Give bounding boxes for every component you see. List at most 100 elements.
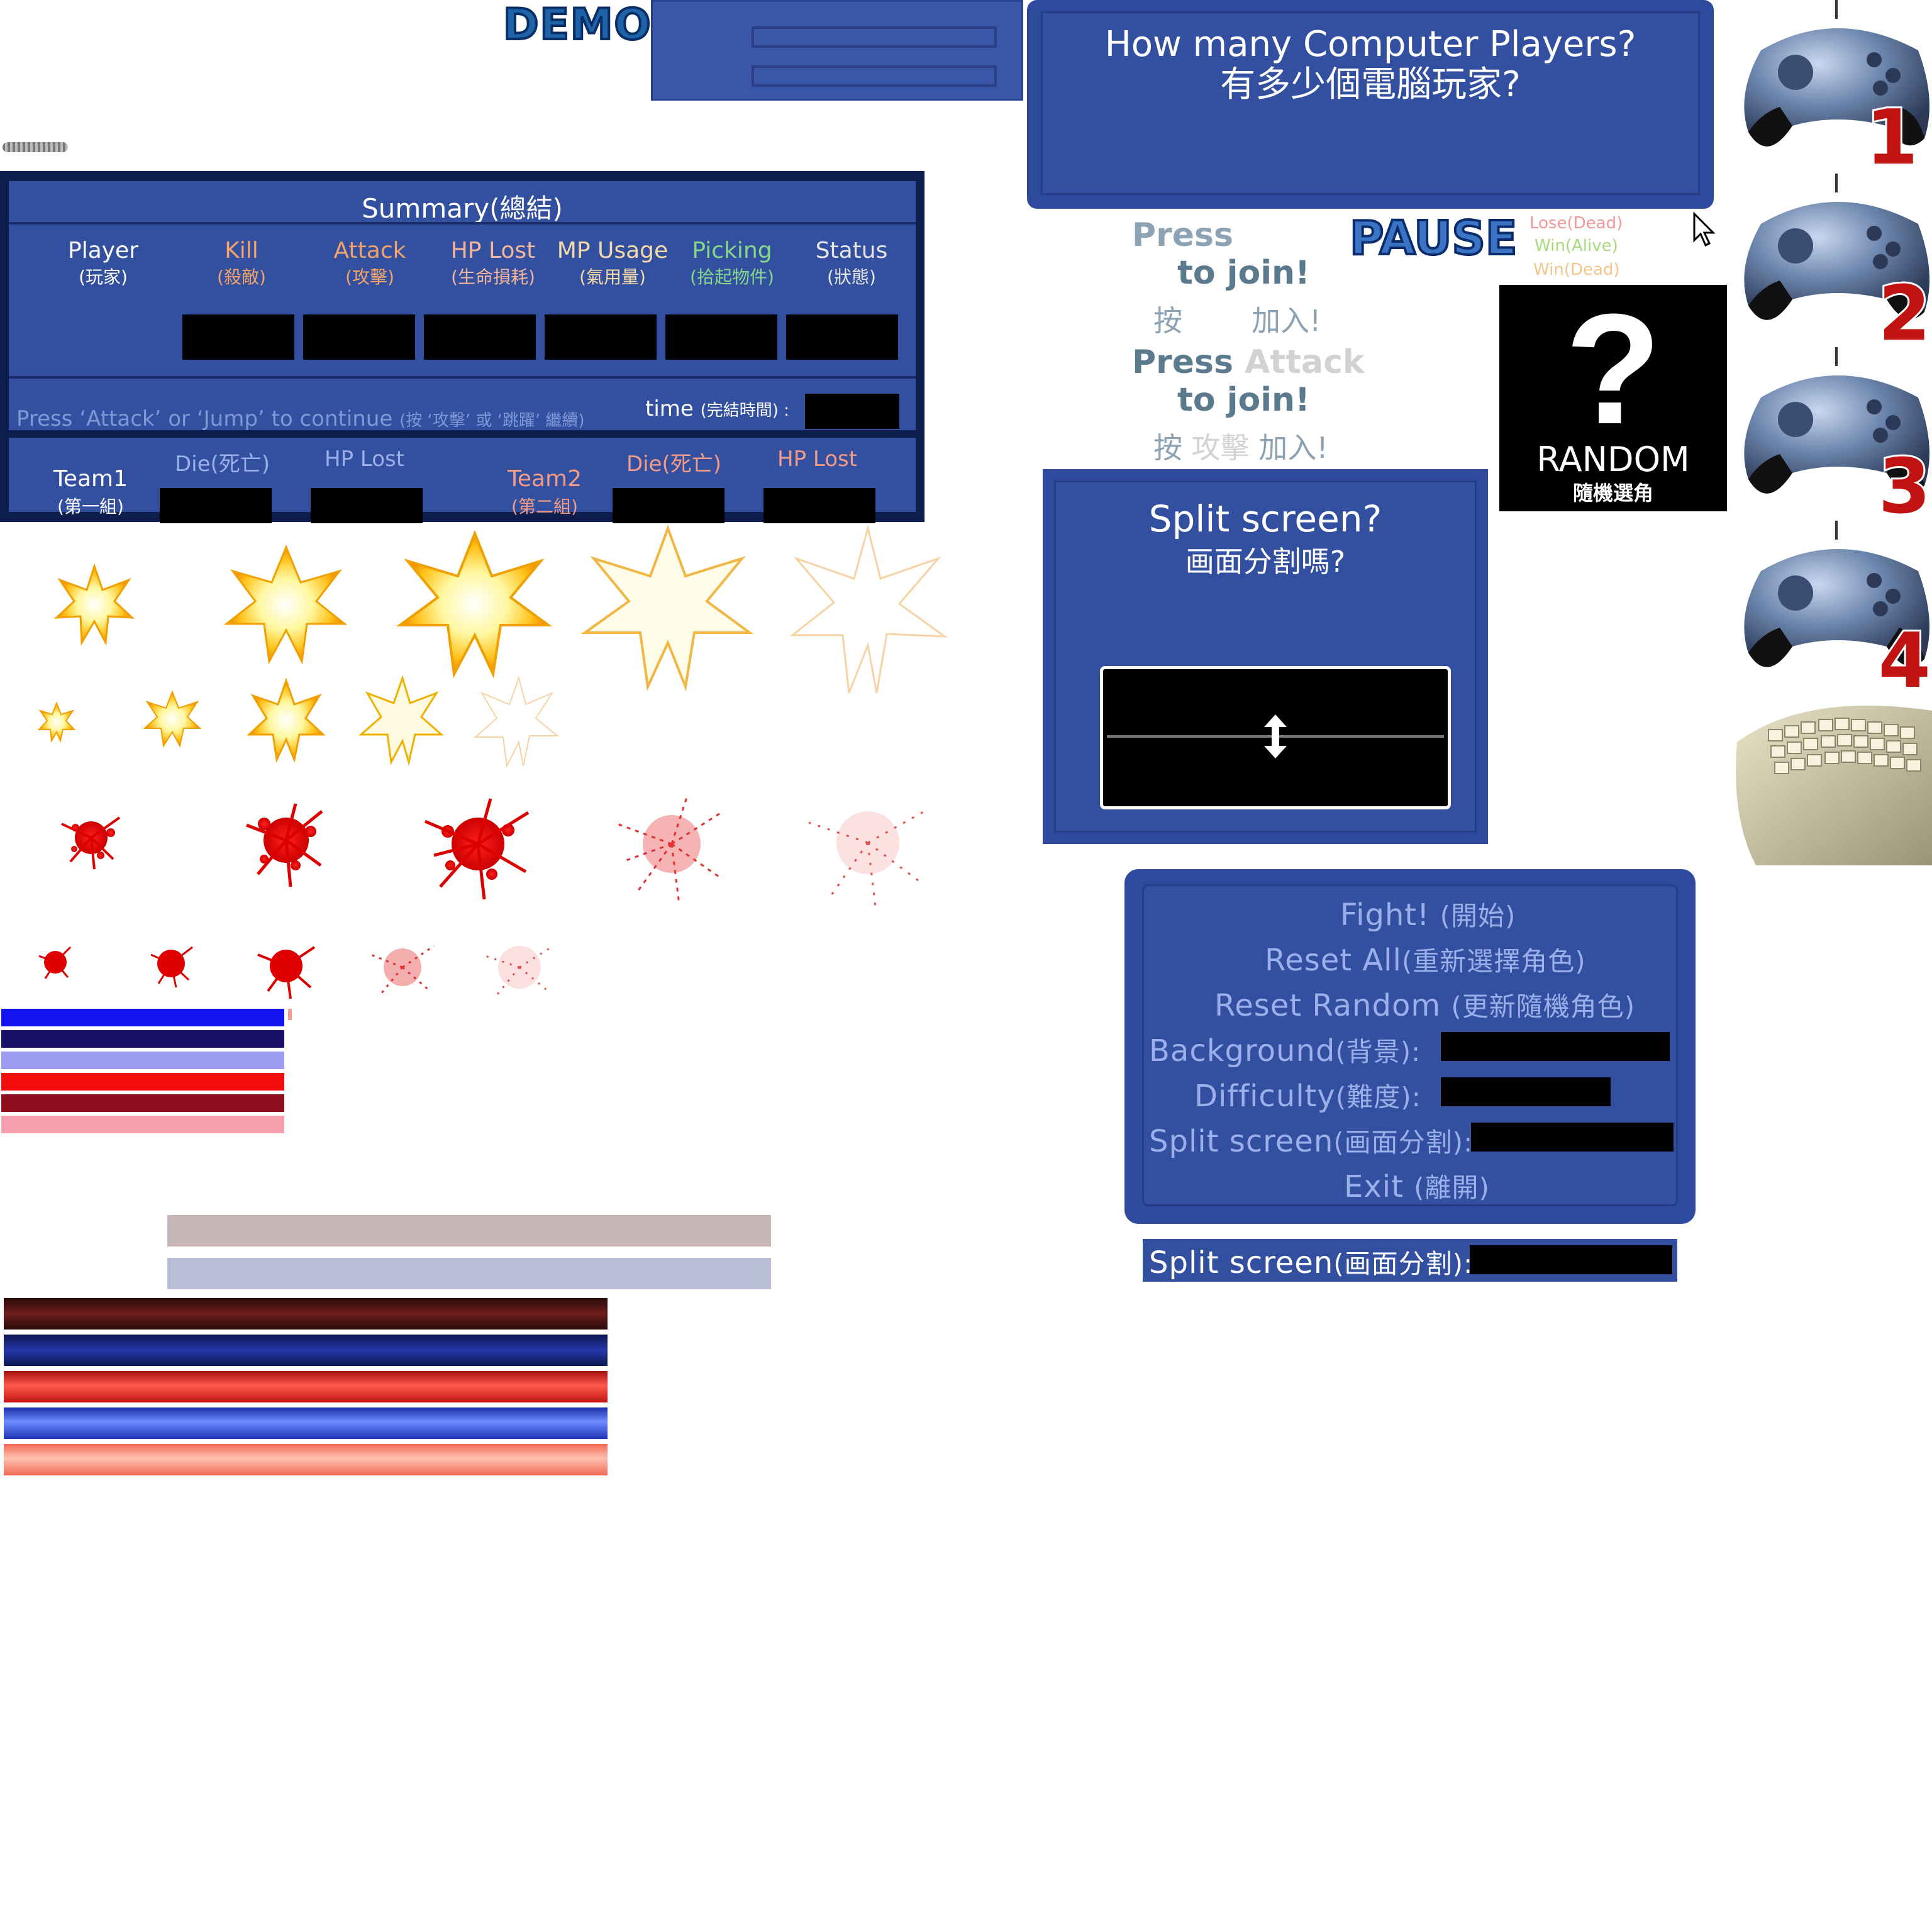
menu-fight[interactable]: Fight! (開始) — [1340, 895, 1516, 933]
controllers-column: 1 2 3 4 — [1744, 0, 1932, 692]
controller-1-number: 1 — [1866, 94, 1919, 182]
hp-bar-pink — [1, 1116, 284, 1133]
hit-spark-small-4-icon — [358, 675, 444, 766]
difficulty-value-box[interactable] — [1441, 1077, 1611, 1106]
team2-die-header: Die(死亡) — [626, 452, 722, 477]
join-press-1: Press — [1132, 216, 1233, 254]
bar-bright-red — [4, 1371, 608, 1402]
join-zh-1b: 加入! — [1252, 304, 1321, 338]
up-down-arrow-icon[interactable] — [1263, 714, 1288, 758]
blood-splat-small-2-icon — [150, 946, 193, 988]
hp-bar-navy — [1, 1030, 284, 1048]
status-win-dead: Win(Dead) — [1533, 260, 1620, 279]
blood-splat-small-4-icon — [370, 945, 435, 994]
split-screen-value-box[interactable] — [1471, 1123, 1674, 1152]
hit-spark-large-3-icon — [396, 530, 553, 679]
background-value-box[interactable] — [1441, 1032, 1670, 1061]
team1-die-box — [160, 488, 272, 523]
keyboard-icon — [1736, 705, 1932, 865]
picking-value-box — [665, 314, 777, 360]
team1-label: Team1 (第一組) — [53, 466, 128, 517]
col-picking: Picking (拾起物件) — [690, 238, 774, 287]
hit-spark-small-1-icon — [37, 701, 76, 743]
blood-splat-large-2-icon — [246, 803, 323, 887]
attack-value-box — [303, 314, 415, 360]
hp-bar-lavender — [1, 1052, 284, 1069]
time-value-box — [805, 394, 899, 429]
controller-4-number: 4 — [1879, 618, 1931, 692]
hit-spark-small-3-icon — [247, 677, 326, 763]
status-lose-dead: Lose(Dead) — [1530, 214, 1623, 233]
menu-background[interactable]: Background(背景): — [1149, 1031, 1421, 1069]
demo-logo: DEMO — [502, 0, 652, 51]
team1-hp-header: HP Lost — [325, 447, 405, 472]
pause-label: PAUSE — [1348, 210, 1518, 267]
bar-rose-gray — [167, 1215, 771, 1246]
join-press-2: Press Attack — [1132, 343, 1365, 381]
hit-spark-large-2-icon — [223, 545, 348, 665]
summary-title-divider — [9, 222, 916, 225]
summary-panel: Summary(總結) Player (玩家) Kill (殺敵) Attack… — [0, 171, 924, 523]
hp-bar-blue — [1, 1009, 284, 1026]
effect-sprites — [37, 525, 948, 999]
bar-dark-blue — [4, 1335, 608, 1366]
controller-3-number: 3 — [1879, 443, 1931, 531]
top-blank-panel — [651, 0, 1023, 101]
split-option-selector[interactable] — [1100, 666, 1451, 809]
team2-die-box — [613, 488, 724, 523]
scroll-arrow-strip — [3, 142, 68, 152]
team1-hp-box — [311, 488, 423, 523]
hit-spark-small-2-icon — [143, 690, 202, 748]
team2-hp-header: HP Lost — [777, 447, 858, 472]
random-character-tile[interactable]: ? RANDOM 隨機選角 — [1499, 281, 1727, 511]
bar-salmon — [4, 1444, 608, 1475]
random-label-zh: 隨機選角 — [1572, 481, 1653, 505]
blood-splat-small-3-icon — [257, 946, 316, 999]
blood-splat-small-1-icon — [38, 946, 72, 979]
join-zh-2: 按 攻擊 加入! — [1153, 431, 1328, 465]
col-kill: Kill (殺敵) — [217, 238, 266, 287]
main-menu: Fight! (開始) Reset All(重新選擇角色) Reset Rand… — [1124, 869, 1696, 1224]
hp-bar-red — [1, 1073, 284, 1091]
summary-divider — [9, 376, 916, 379]
random-label: RANDOM — [1536, 440, 1690, 479]
blood-splat-large-1-icon — [61, 816, 121, 870]
menu-difficulty[interactable]: Difficulty(難度): — [1194, 1076, 1421, 1114]
split-dialog-title: Split screen? 画面分割嗎? — [1148, 497, 1382, 579]
hp-lost-value-box — [424, 314, 536, 360]
split-screen-dialog: Split screen? 画面分割嗎? — [1043, 469, 1488, 844]
col-status: Status (狀態) — [815, 238, 888, 287]
cpu-dialog-title: How many Computer Players? 有多少個電腦玩家? — [1104, 24, 1636, 105]
menu-split-screen[interactable]: Split screen(画面分割): — [1149, 1121, 1473, 1160]
blood-splat-large-4-icon — [613, 797, 724, 905]
panel-slot-2 — [752, 65, 997, 87]
status-value-box — [786, 314, 898, 360]
mp-usage-value-box — [545, 314, 657, 360]
cpu-players-dialog: How many Computer Players? 有多少個電腦玩家? — [1027, 0, 1714, 209]
summary-title: Summary(總結) — [362, 193, 563, 224]
menu-exit[interactable]: Exit (離開) — [1344, 1167, 1490, 1205]
bar-bright-blue — [4, 1407, 608, 1439]
col-attack: Attack (攻擊) — [333, 238, 406, 287]
split-strip-label: Split screen(画面分割): — [1149, 1245, 1474, 1280]
bar-blue-gray — [167, 1258, 771, 1289]
split-strip-value-box[interactable] — [1470, 1245, 1672, 1274]
mouse-cursor-icon — [1693, 211, 1716, 247]
blood-splat-large-3-icon — [425, 798, 530, 900]
hit-spark-small-5-icon — [474, 675, 559, 769]
kill-value-box — [182, 314, 294, 360]
team2-hp-box — [763, 488, 875, 523]
team-divider — [9, 430, 916, 438]
blood-splat-small-5-icon — [485, 945, 554, 996]
controller-2-number: 2 — [1879, 270, 1931, 358]
hit-spark-large-1-icon — [53, 563, 135, 647]
join-zh-1a: 按 — [1153, 304, 1182, 338]
menu-reset-random[interactable]: Reset Random (更新隨機角色) — [1214, 985, 1635, 1024]
bar-dark-red — [4, 1298, 608, 1330]
split-screen-option-strip[interactable]: Split screen(画面分割): — [1143, 1239, 1677, 1282]
menu-reset-all[interactable]: Reset All(重新選擇角色) — [1265, 940, 1586, 979]
team2-label: Team2 (第二組) — [507, 466, 582, 517]
hit-spark-large-4-icon — [580, 525, 754, 692]
col-player: Player (玩家) — [67, 238, 139, 287]
col-hp-lost: HP Lost (生命損耗) — [450, 238, 536, 287]
